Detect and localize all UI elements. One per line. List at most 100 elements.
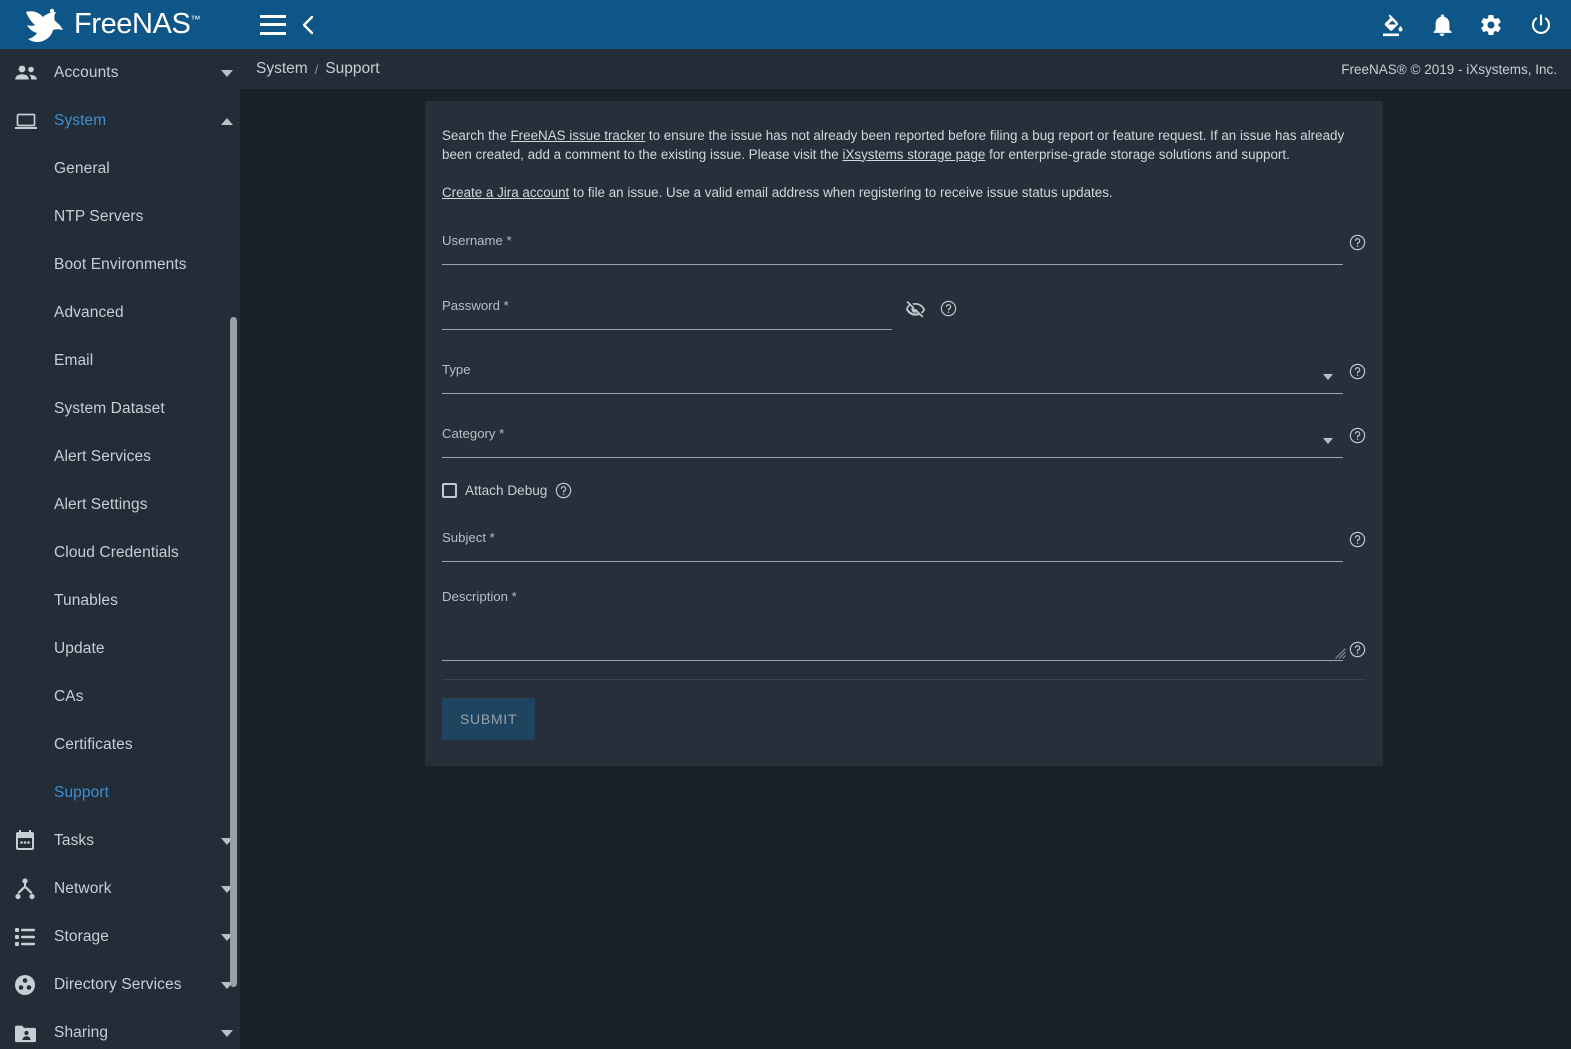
password-input[interactable] <box>442 307 886 328</box>
category-field-wrapper: Category * <box>442 420 1366 458</box>
sidebar-scrollbar-thumb[interactable] <box>230 317 237 987</box>
sidebar-group-system[interactable]: System <box>0 97 240 145</box>
power-icon[interactable] <box>1529 13 1553 37</box>
chevron-left-icon[interactable] <box>300 14 316 36</box>
ixsystems-storage-page-link[interactable]: iXsystems storage page <box>842 147 985 162</box>
sidebar-item-label: Advanced <box>54 304 124 321</box>
sidebar-item-advanced[interactable]: Advanced <box>0 289 240 337</box>
category-dropdown-caret-icon[interactable] <box>1323 437 1333 444</box>
type-help-icon[interactable] <box>1349 363 1366 380</box>
people-icon <box>14 61 44 85</box>
password-visibility-off-icon[interactable] <box>905 299 926 318</box>
attach-debug-label: Attach Debug <box>465 483 548 498</box>
chevron-down-icon[interactable] <box>214 1029 240 1037</box>
sidebar-item-general[interactable]: General <box>0 145 240 193</box>
sidebar-group-tasks[interactable]: Tasks <box>0 817 240 865</box>
support-form-card: Search the FreeNAS issue tracker to ensu… <box>425 101 1383 766</box>
attach-debug-help-icon[interactable] <box>555 482 572 499</box>
create-jira-account-link[interactable]: Create a Jira account <box>442 185 569 200</box>
sidebar-item-label: Certificates <box>54 736 133 753</box>
sidebar-nav: Accounts System General NTP Servers Boot… <box>0 49 240 1049</box>
sidebar-item-update[interactable]: Update <box>0 625 240 673</box>
freenas-shark-logo-icon <box>26 8 63 42</box>
freenas-app-window: FreeNAS™ Accounts System General NTP Ser… <box>0 0 1571 1049</box>
storage-icon <box>14 925 44 949</box>
sidebar-item-support[interactable]: Support <box>0 769 240 817</box>
sidebar-item-cloud-credentials[interactable]: Cloud Credentials <box>0 529 240 577</box>
sidebar-item-label: NTP Servers <box>54 208 144 225</box>
sidebar-item-label: Alert Services <box>54 448 152 465</box>
submit-button[interactable]: SUBMIT <box>442 697 536 740</box>
hamburger-menu-icon[interactable] <box>260 14 286 35</box>
username-help-icon[interactable] <box>1349 234 1366 251</box>
directory-services-icon <box>14 973 44 997</box>
sidebar-item-alert-services[interactable]: Alert Services <box>0 433 240 481</box>
intro-text-c: for enterprise-grade storage solutions a… <box>985 146 1290 162</box>
sidebar-item-system-dataset[interactable]: System Dataset <box>0 385 240 433</box>
sidebar-group-label: Tasks <box>54 832 95 849</box>
category-select-value[interactable] <box>442 424 1322 446</box>
subject-field-wrapper: Subject * <box>442 524 1366 562</box>
sidebar-group-accounts[interactable]: Accounts <box>0 49 240 97</box>
sidebar-item-cas[interactable]: CAs <box>0 673 240 721</box>
subject-help-icon[interactable] <box>1349 531 1366 548</box>
subject-underline <box>442 560 1343 562</box>
sidebar-group-network[interactable]: Network <box>0 865 240 913</box>
sidebar-item-email[interactable]: Email <box>0 337 240 385</box>
sidebar-item-label: General <box>54 160 110 177</box>
sidebar-item-ntp-servers[interactable]: NTP Servers <box>0 193 240 241</box>
username-underline <box>442 263 1343 265</box>
sidebar-group-label: Network <box>54 880 112 897</box>
breadcrumb-parent[interactable]: System <box>256 60 308 78</box>
sidebar-group-storage[interactable]: Storage <box>0 913 240 961</box>
theme-picker-icon[interactable] <box>1381 13 1405 37</box>
attach-debug-checkbox[interactable] <box>442 483 457 498</box>
sidebar-group-label: Directory Services <box>54 976 182 993</box>
settings-gear-icon[interactable] <box>1479 13 1503 37</box>
brand-logo-area[interactable]: FreeNAS™ <box>0 0 240 49</box>
description-field-wrapper: Description * <box>442 589 1366 661</box>
category-help-icon[interactable] <box>1349 427 1366 444</box>
type-field-wrapper: Type <box>442 356 1366 394</box>
password-field-wrapper: Password * <box>442 292 1366 330</box>
type-select-value[interactable] <box>442 360 1322 382</box>
sidebar-group-directory-services[interactable]: Directory Services <box>0 961 240 1009</box>
chevron-down-icon[interactable] <box>214 69 240 77</box>
sidebar-item-label: Support <box>54 784 109 801</box>
sidebar-group-label: Accounts <box>54 64 119 81</box>
sidebar-item-alert-settings[interactable]: Alert Settings <box>0 481 240 529</box>
subject-input[interactable] <box>442 539 1337 560</box>
description-label: Description * <box>442 588 517 604</box>
breadcrumb-separator: / <box>314 61 319 77</box>
intro-text-a: Search the <box>442 128 511 143</box>
sidebar-group-sharing[interactable]: Sharing <box>0 1009 240 1049</box>
chevron-up-icon[interactable] <box>214 117 240 125</box>
username-input[interactable] <box>442 242 1337 263</box>
sidebar-item-label: Update <box>54 640 105 657</box>
brand-name-text: FreeNAS <box>74 8 191 40</box>
topbar-left-controls <box>260 14 316 36</box>
sidebar-item-label: Cloud Credentials <box>54 544 179 561</box>
notifications-bell-icon[interactable] <box>1431 13 1453 37</box>
description-resize-handle-icon[interactable] <box>1335 646 1346 659</box>
sidebar-group-label: Storage <box>54 928 109 945</box>
type-underline <box>442 392 1343 394</box>
sidebar-group-label: System <box>54 112 107 129</box>
description-help-icon[interactable] <box>1349 641 1366 658</box>
password-help-icon[interactable] <box>940 300 957 317</box>
sidebar-item-tunables[interactable]: Tunables <box>0 577 240 625</box>
category-underline <box>442 456 1343 458</box>
top-bar: FreeNAS™ <box>0 0 1571 49</box>
sidebar-item-label: CAs <box>54 688 84 705</box>
support-form-footer: SUBMIT <box>425 680 1383 766</box>
brand-title: FreeNAS™ <box>74 10 200 39</box>
laptop-icon <box>14 109 44 133</box>
support-intro-paragraph-2: Create a Jira account to file an issue. … <box>442 184 1366 203</box>
intro-2-text: to file an issue. Use a valid email addr… <box>569 185 1113 200</box>
freenas-issue-tracker-link[interactable]: FreeNAS issue tracker <box>510 128 645 143</box>
type-dropdown-caret-icon[interactable] <box>1323 373 1333 380</box>
sidebar-item-certificates[interactable]: Certificates <box>0 721 240 769</box>
sidebar-item-boot-environments[interactable]: Boot Environments <box>0 241 240 289</box>
description-textarea[interactable] <box>442 606 1340 657</box>
username-field-wrapper: Username * <box>442 227 1366 265</box>
